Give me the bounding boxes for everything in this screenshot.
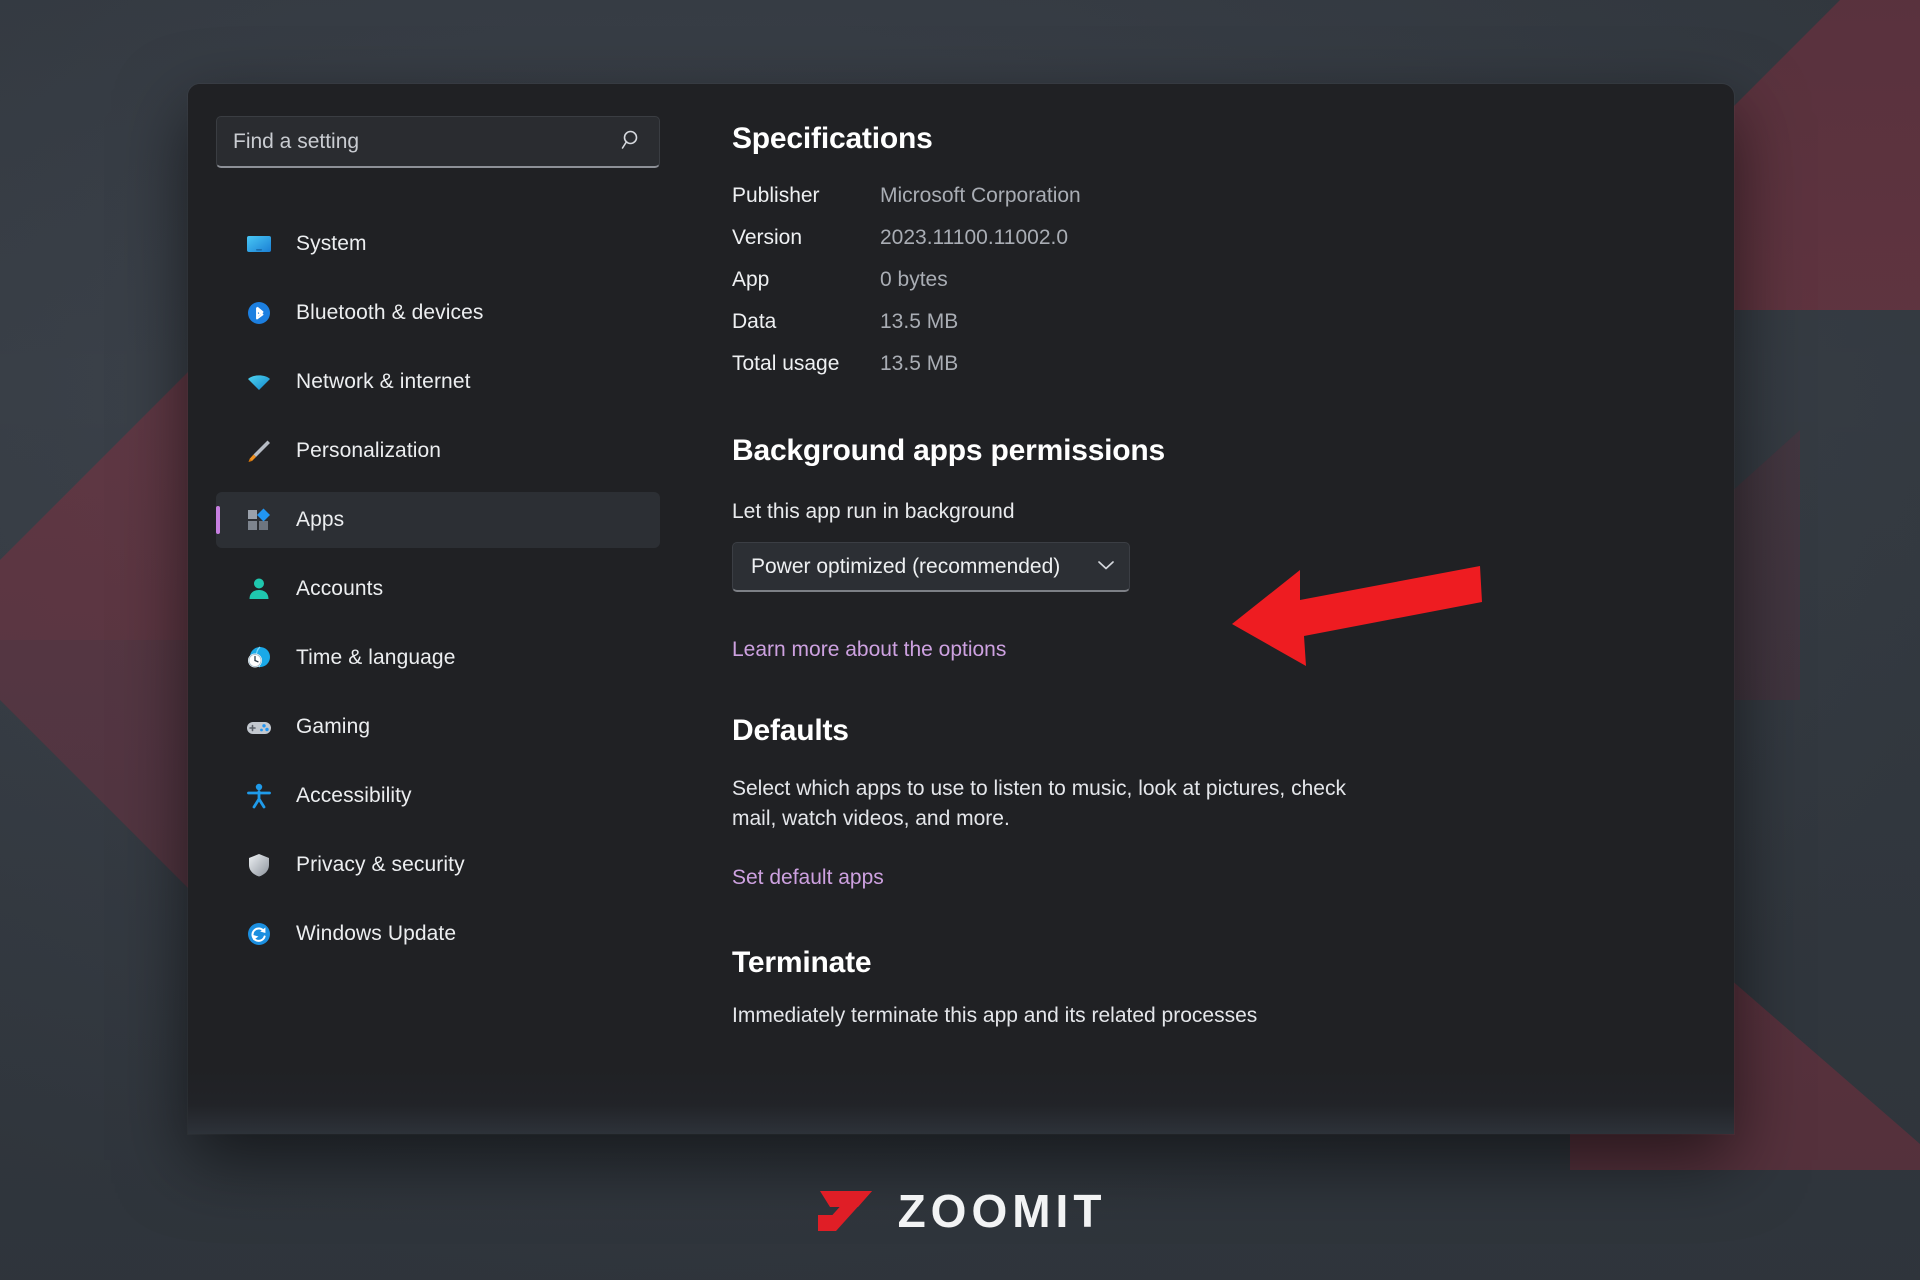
gamepad-icon <box>244 712 274 742</box>
sidebar-item-label: Privacy & security <box>296 853 465 876</box>
sidebar-item-bluetooth-devices[interactable]: Bluetooth & devices <box>216 285 660 341</box>
person-icon <box>244 574 274 604</box>
terminate-description: Immediately terminate this app and its r… <box>732 1003 1258 1027</box>
spec-value: 0 bytes <box>880 268 948 291</box>
search-input[interactable] <box>233 129 613 154</box>
terminate-section: Terminate Immediately terminate this app… <box>732 946 1734 1028</box>
chevron-down-icon[interactable] <box>1097 559 1115 575</box>
sidebar-item-label: Gaming <box>296 715 371 738</box>
zoomit-watermark-text: ZOOMIT <box>897 1185 1107 1237</box>
bluetooth-icon <box>244 298 274 328</box>
sidebar-item-accessibility[interactable]: Accessibility <box>216 768 660 824</box>
settings-nav-list: System Bluetooth & devices Network & int… <box>216 216 660 962</box>
defaults-section: Defaults Select which apps to use to lis… <box>732 714 1734 890</box>
sidebar-item-label: Accessibility <box>296 784 412 807</box>
sidebar-item-label: Windows Update <box>296 922 457 945</box>
spec-value: 13.5 MB <box>880 310 959 333</box>
sidebar-item-personalization[interactable]: Personalization <box>216 423 660 479</box>
background-run-dropdown[interactable]: Power optimized (recommended) <box>732 542 1130 592</box>
refresh-circle-icon <box>244 919 274 949</box>
sidebar-item-label: System <box>296 232 367 255</box>
spec-row: Version 2023.11100.11002.0 <box>732 226 1734 250</box>
spec-key: App <box>732 268 770 291</box>
monitor-icon <box>244 229 274 259</box>
sidebar-item-network-internet[interactable]: Network & internet <box>216 354 660 410</box>
background-run-dropdown-value: Power optimized (recommended) <box>751 554 1061 578</box>
sidebar-item-label: Apps <box>296 508 345 531</box>
sidebar-item-privacy-security[interactable]: Privacy & security <box>216 837 660 893</box>
spec-key: Publisher <box>732 184 820 207</box>
specifications-heading: Specifications <box>732 122 933 155</box>
sidebar-item-gaming[interactable]: Gaming <box>216 699 660 755</box>
spec-row: Total usage 13.5 MB <box>732 352 1734 376</box>
search-box[interactable] <box>216 116 660 168</box>
spec-row: Publisher Microsoft Corporation <box>732 184 1734 208</box>
accessibility-icon <box>244 781 274 811</box>
terminate-heading: Terminate <box>732 945 872 979</box>
sidebar-item-system[interactable]: System <box>216 216 660 272</box>
sidebar-item-time-language[interactable]: Time & language <box>216 630 660 686</box>
sidebar-item-label: Accounts <box>296 577 384 600</box>
sidebar-item-windows-update[interactable]: Windows Update <box>216 906 660 962</box>
spec-value: 13.5 MB <box>880 352 959 375</box>
defaults-description: Select which apps to use to listen to mu… <box>732 777 1346 830</box>
zoomit-watermark: ZOOMIT <box>0 1184 1920 1238</box>
shield-icon <box>244 850 274 880</box>
sidebar-item-label: Personalization <box>296 439 442 462</box>
sidebar-item-label: Network & internet <box>296 370 471 393</box>
spec-key: Version <box>732 226 803 249</box>
background-run-label: Let this app run in background <box>732 500 1015 523</box>
sidebar-item-label: Bluetooth & devices <box>296 301 484 324</box>
sidebar-item-label: Time & language <box>296 646 456 669</box>
wifi-icon <box>244 367 274 397</box>
defaults-heading: Defaults <box>732 714 849 747</box>
sidebar-item-accounts[interactable]: Accounts <box>216 561 660 617</box>
background-permissions-heading: Background apps permissions <box>732 434 1166 467</box>
settings-content: Specifications Publisher Microsoft Corpor… <box>688 84 1734 1134</box>
spec-value: 2023.11100.11002.0 <box>880 226 1069 249</box>
spec-row: Data 13.5 MB <box>732 310 1734 334</box>
clock-globe-icon <box>244 643 274 673</box>
zoomit-z-logo <box>817 1191 872 1231</box>
set-default-apps-link[interactable]: Set default apps <box>732 866 884 889</box>
learn-more-link[interactable]: Learn more about the options <box>732 638 1006 662</box>
apps-blocks-icon <box>244 505 274 535</box>
paintbrush-icon <box>244 436 274 466</box>
search-icon[interactable] <box>621 129 643 155</box>
background-permissions-section: Background apps permissions Let this app… <box>732 434 1734 662</box>
spec-key: Total usage <box>732 352 840 375</box>
settings-sidebar: System Bluetooth & devices Network & int… <box>188 84 688 1134</box>
settings-window: System Bluetooth & devices Network & int… <box>188 84 1734 1134</box>
spec-key: Data <box>732 310 777 333</box>
spec-row: App 0 bytes <box>732 268 1734 292</box>
specifications-list: Publisher Microsoft Corporation Version 202… <box>732 184 1734 376</box>
spec-value: Microsoft Corporation <box>880 184 1081 207</box>
sidebar-item-apps[interactable]: Apps <box>216 492 660 548</box>
